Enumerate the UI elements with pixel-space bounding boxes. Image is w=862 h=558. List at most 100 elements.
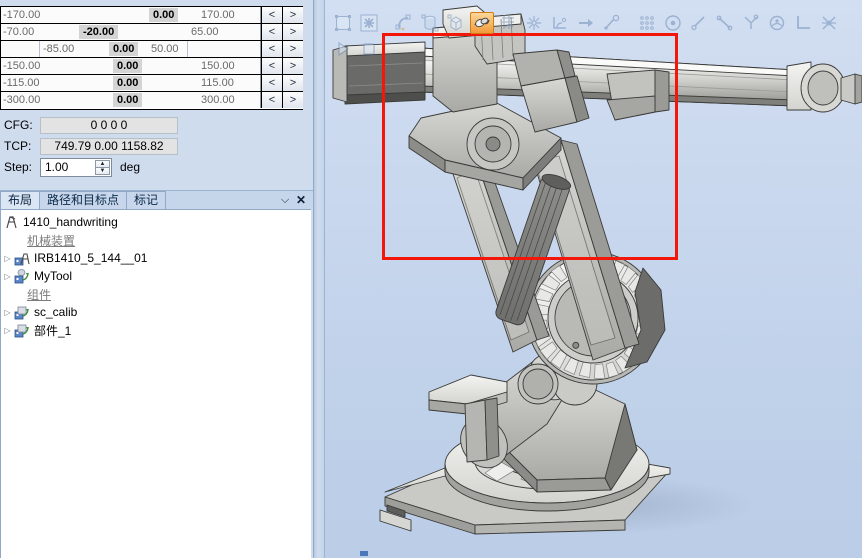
jog-increment-button[interactable]: > [282,58,303,74]
tree-group-1[interactable]: 机械装置 [1,231,311,249]
layout-tree[interactable]: 1410_handwriting 机械装置 ▷ IRB1410_5_144__01 ▷ M… [0,209,311,558]
jog-min-label: -70.00 [3,26,35,38]
snap-center-icon[interactable] [661,12,685,34]
tree-item-label: MyTool [34,269,73,283]
tree-item-6[interactable]: ▷ 部件_1 [1,321,311,339]
jog-increment-button[interactable]: > [282,92,303,108]
robot-3d-scene[interactable] [325,0,862,558]
jog-value[interactable]: -20.00 [79,25,119,39]
jog-slider-track[interactable]: -300.00 300.00 0.00 [1,92,261,108]
jog-decrement-button[interactable]: < [261,7,282,23]
jog-max-label: 300.00 [201,94,235,106]
snap-tangent-icon[interactable] [817,12,841,34]
tree-item-2[interactable]: ▷ IRB1410_5_144__01 [1,249,311,267]
tree-item-3[interactable]: ▷ MyTool [1,267,311,285]
jog-value[interactable]: 0.00 [113,93,143,107]
jog-decrement-button[interactable]: < [261,41,282,57]
stop-icon[interactable] [357,38,381,60]
part-icon [14,322,31,338]
jog-slider-track[interactable]: -85.00 50.00 0.00 [1,41,261,57]
snap-midpoint-icon[interactable] [713,12,737,34]
jog-slider-track[interactable]: -170.00 170.00 0.00 [1,7,261,23]
jog-slider-track[interactable]: -70.00 65.00 -20.00 [1,24,261,40]
tab-menu-icon[interactable]: ⌵ [277,191,293,209]
panel-splitter[interactable] [313,0,325,558]
jog-increment-button[interactable]: > [282,75,303,91]
jog-row: -115.00 115.00 0.00 < > [1,75,303,92]
select-surface-icon[interactable] [331,12,355,34]
jog-decrement-button[interactable]: < [261,75,282,91]
snap-grid-icon[interactable] [496,12,520,34]
jog-decrement-button[interactable]: < [261,58,282,74]
step-spinner[interactable]: ▲ ▼ [95,159,110,175]
snap-arrow-icon[interactable] [574,12,598,34]
jog-min-label: -170.00 [3,9,41,21]
tab-0[interactable]: 布局 [0,191,41,209]
jog-value[interactable]: 0.00 [113,76,143,90]
snap-mesh-icon[interactable] [522,12,546,34]
jog-value[interactable]: 0.00 [109,42,139,56]
jog-row: -170.00 170.00 0.00 < > [1,7,303,24]
tree-item-5[interactable]: ▷ sc_calib [1,303,311,321]
step-input-value: 1.00 [45,159,69,174]
station-icon [3,214,20,230]
jog-min-label: -85.00 [43,43,75,55]
jog-max-label: 170.00 [201,9,235,21]
tree-item-0[interactable]: 1410_handwriting [1,213,311,231]
tcp-label: TCP: [4,139,32,153]
tree-item-label: IRB1410_5_144__01 [34,251,148,265]
snap-coordinate-icon[interactable] [791,12,815,34]
jog-row: -85.00 50.00 0.00 < > [1,41,303,58]
jog-decrement-button[interactable]: < [261,92,282,108]
jog-min-label: -115.00 [3,77,40,89]
cfg-label: CFG: [4,118,33,132]
viewport-3d[interactable] [325,0,862,558]
snap-intersection-icon[interactable] [739,12,763,34]
tree-expander-icon[interactable]: ▷ [1,303,14,321]
jog-decrement-button[interactable]: < [261,24,282,40]
jog-increment-button[interactable]: > [282,41,303,57]
jog-min-label: -300.00 [3,94,41,106]
left-panel: -170.00 170.00 0.00 < > -70.00 65.00 -20.00 < > -8… [0,0,313,558]
tree-expander-icon[interactable]: ▷ [1,267,14,285]
tab-close-icon[interactable]: ✕ [293,191,309,209]
tree-group-4[interactable]: 组件 [1,285,311,303]
jog-increment-button[interactable]: > [282,7,303,23]
snap-angle-icon[interactable] [548,12,572,34]
step-input[interactable]: 1.00 ▲ ▼ [40,157,112,177]
tree-expander-icon[interactable]: ▷ [1,249,14,267]
snap-curve-icon[interactable] [392,12,416,34]
jog-row: -150.00 150.00 0.00 < > [1,58,303,75]
jog-max-label: 50.00 [151,43,179,55]
snap-endpoint-icon[interactable] [687,12,711,34]
tab-2[interactable]: 标记 [126,191,167,209]
tcp-row: TCP: 749.79 0.00 1158.82 [4,137,178,155]
jog-min-label: -150.00 [3,60,41,72]
robot-icon [14,250,31,266]
jog-row: -70.00 65.00 -20.00 < > [1,24,303,41]
jog-row: -300.00 300.00 0.00 < > [1,92,303,109]
select-component-icon[interactable] [357,12,381,34]
jog-value[interactable]: 0.00 [113,59,143,73]
tree-group-label: 机械装置 [27,233,76,248]
tab-1[interactable]: 路径和目标点 [39,191,128,209]
tcp-value: 749.79 0.00 1158.82 [40,137,178,155]
step-spinner-up-icon[interactable]: ▲ [95,159,110,168]
cfg-value: 0 0 0 0 [40,116,178,134]
jog-slider-track[interactable]: -115.00 115.00 0.00 [1,75,261,91]
snap-node-icon[interactable] [600,12,624,34]
snap-pointcloud-icon[interactable] [635,12,659,34]
step-spinner-down-icon[interactable]: ▼ [95,167,110,175]
jog-max-label: 150.00 [201,60,235,72]
jog-slider-track[interactable]: -150.00 150.00 0.00 [1,58,261,74]
tree-item-label: sc_calib [34,305,78,319]
jog-value[interactable]: 0.00 [149,8,179,22]
play-icon[interactable] [331,38,355,60]
snap-object-icon[interactable] [418,12,442,34]
snap-box-icon[interactable] [444,12,468,34]
snap-surface-icon[interactable] [470,12,494,34]
tree-expander-icon[interactable]: ▷ [1,321,14,339]
viewport-toolbar [325,10,862,64]
jog-increment-button[interactable]: > [282,24,303,40]
snap-circle-center-icon[interactable] [765,12,789,34]
